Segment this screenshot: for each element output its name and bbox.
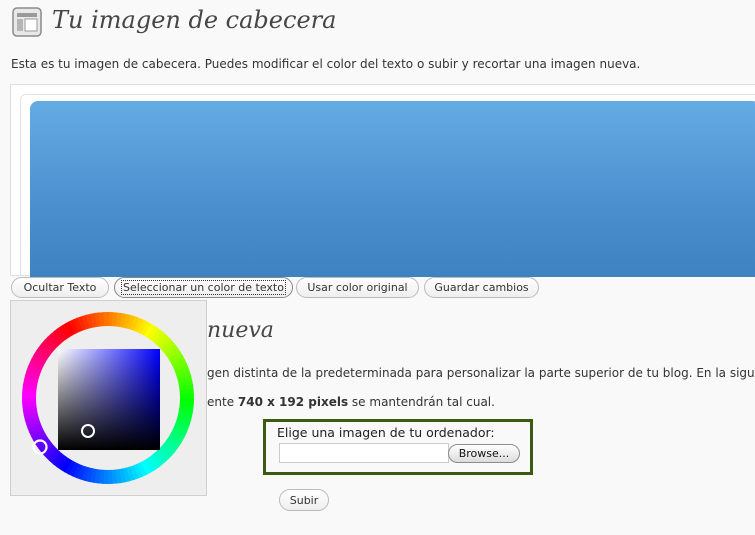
choose-image-label: Elige una imagen de tu ordenador:	[277, 425, 495, 440]
color-wheel[interactable]	[11, 301, 206, 495]
hide-text-button[interactable]: Ocultar Texto	[11, 277, 109, 298]
select-text-color-button[interactable]: Seleccionar un color de texto	[114, 277, 293, 298]
upload-description: gen distinta de la predeterminada para p…	[207, 366, 755, 380]
use-original-color-button[interactable]: Usar color original	[296, 277, 419, 298]
file-path-input[interactable]	[279, 443, 449, 463]
upload-section-title: nueva	[207, 318, 274, 343]
upload-size-note: ente 740 x 192 pixels se mantendrán tal …	[207, 395, 495, 409]
page-title: Tu imagen de cabecera	[52, 6, 337, 34]
appearance-page-icon	[12, 7, 42, 37]
header-image-preview	[30, 101, 755, 277]
upload-submit-button[interactable]: Subir	[279, 489, 329, 511]
color-picker-popup[interactable]	[10, 300, 207, 496]
page-description: Esta es tu imagen de cabecera. Puedes mo…	[11, 57, 641, 71]
browse-button[interactable]: Browse...	[448, 444, 520, 463]
save-changes-button[interactable]: Guardar cambios	[424, 277, 539, 298]
